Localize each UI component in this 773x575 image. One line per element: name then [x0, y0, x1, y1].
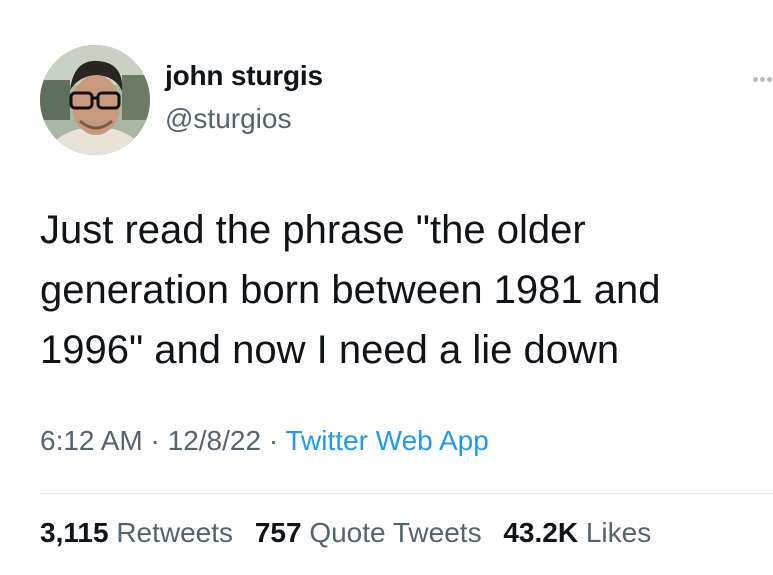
tweet-stats: 3,115 Retweets 757 Quote Tweets 43.2K Li… — [40, 517, 665, 549]
tweet-text-line: Just read the phrase "the older — [40, 208, 586, 252]
meta-separator: · — [142, 425, 168, 456]
tweet-meta: 6:12 AM · 12/8/22 · Twitter Web App — [40, 425, 489, 457]
tweet-text-line: 1996" and now I need a lie down — [40, 328, 620, 372]
tweet-card: john sturgis @sturgios Just read the phr… — [0, 0, 773, 575]
divider — [40, 493, 773, 494]
tweet-text: Just read the phrase "the older generati… — [40, 200, 760, 380]
likes-stat[interactable]: 43.2K Likes — [503, 517, 651, 548]
likes-count: 43.2K — [503, 517, 579, 548]
retweets-count: 3,115 — [40, 517, 109, 548]
tweet-text-line: generation born between 1981 and — [40, 268, 661, 312]
author-avatar[interactable] — [40, 45, 150, 155]
author-display-name[interactable]: john sturgis — [165, 60, 323, 92]
likes-label: Likes — [585, 517, 652, 548]
more-dot — [753, 77, 758, 82]
retweets-label: Retweets — [116, 517, 234, 548]
author-handle[interactable]: @sturgios — [165, 103, 291, 135]
quote-tweets-label: Quote Tweets — [309, 517, 482, 548]
tweet-source-link[interactable]: Twitter Web App — [285, 425, 488, 456]
quote-tweets-count: 757 — [254, 517, 302, 548]
retweets-stat[interactable]: 3,115 Retweets — [40, 517, 233, 548]
profile-photo-icon — [40, 45, 150, 155]
tweet-date[interactable]: 12/8/22 — [168, 425, 261, 456]
meta-separator: · — [261, 425, 286, 456]
more-options-icon[interactable] — [751, 74, 773, 86]
more-dot — [760, 77, 765, 82]
tweet-time[interactable]: 6:12 AM — [40, 425, 143, 456]
more-dot — [767, 77, 772, 82]
quote-tweets-stat[interactable]: 757 Quote Tweets — [255, 517, 482, 548]
